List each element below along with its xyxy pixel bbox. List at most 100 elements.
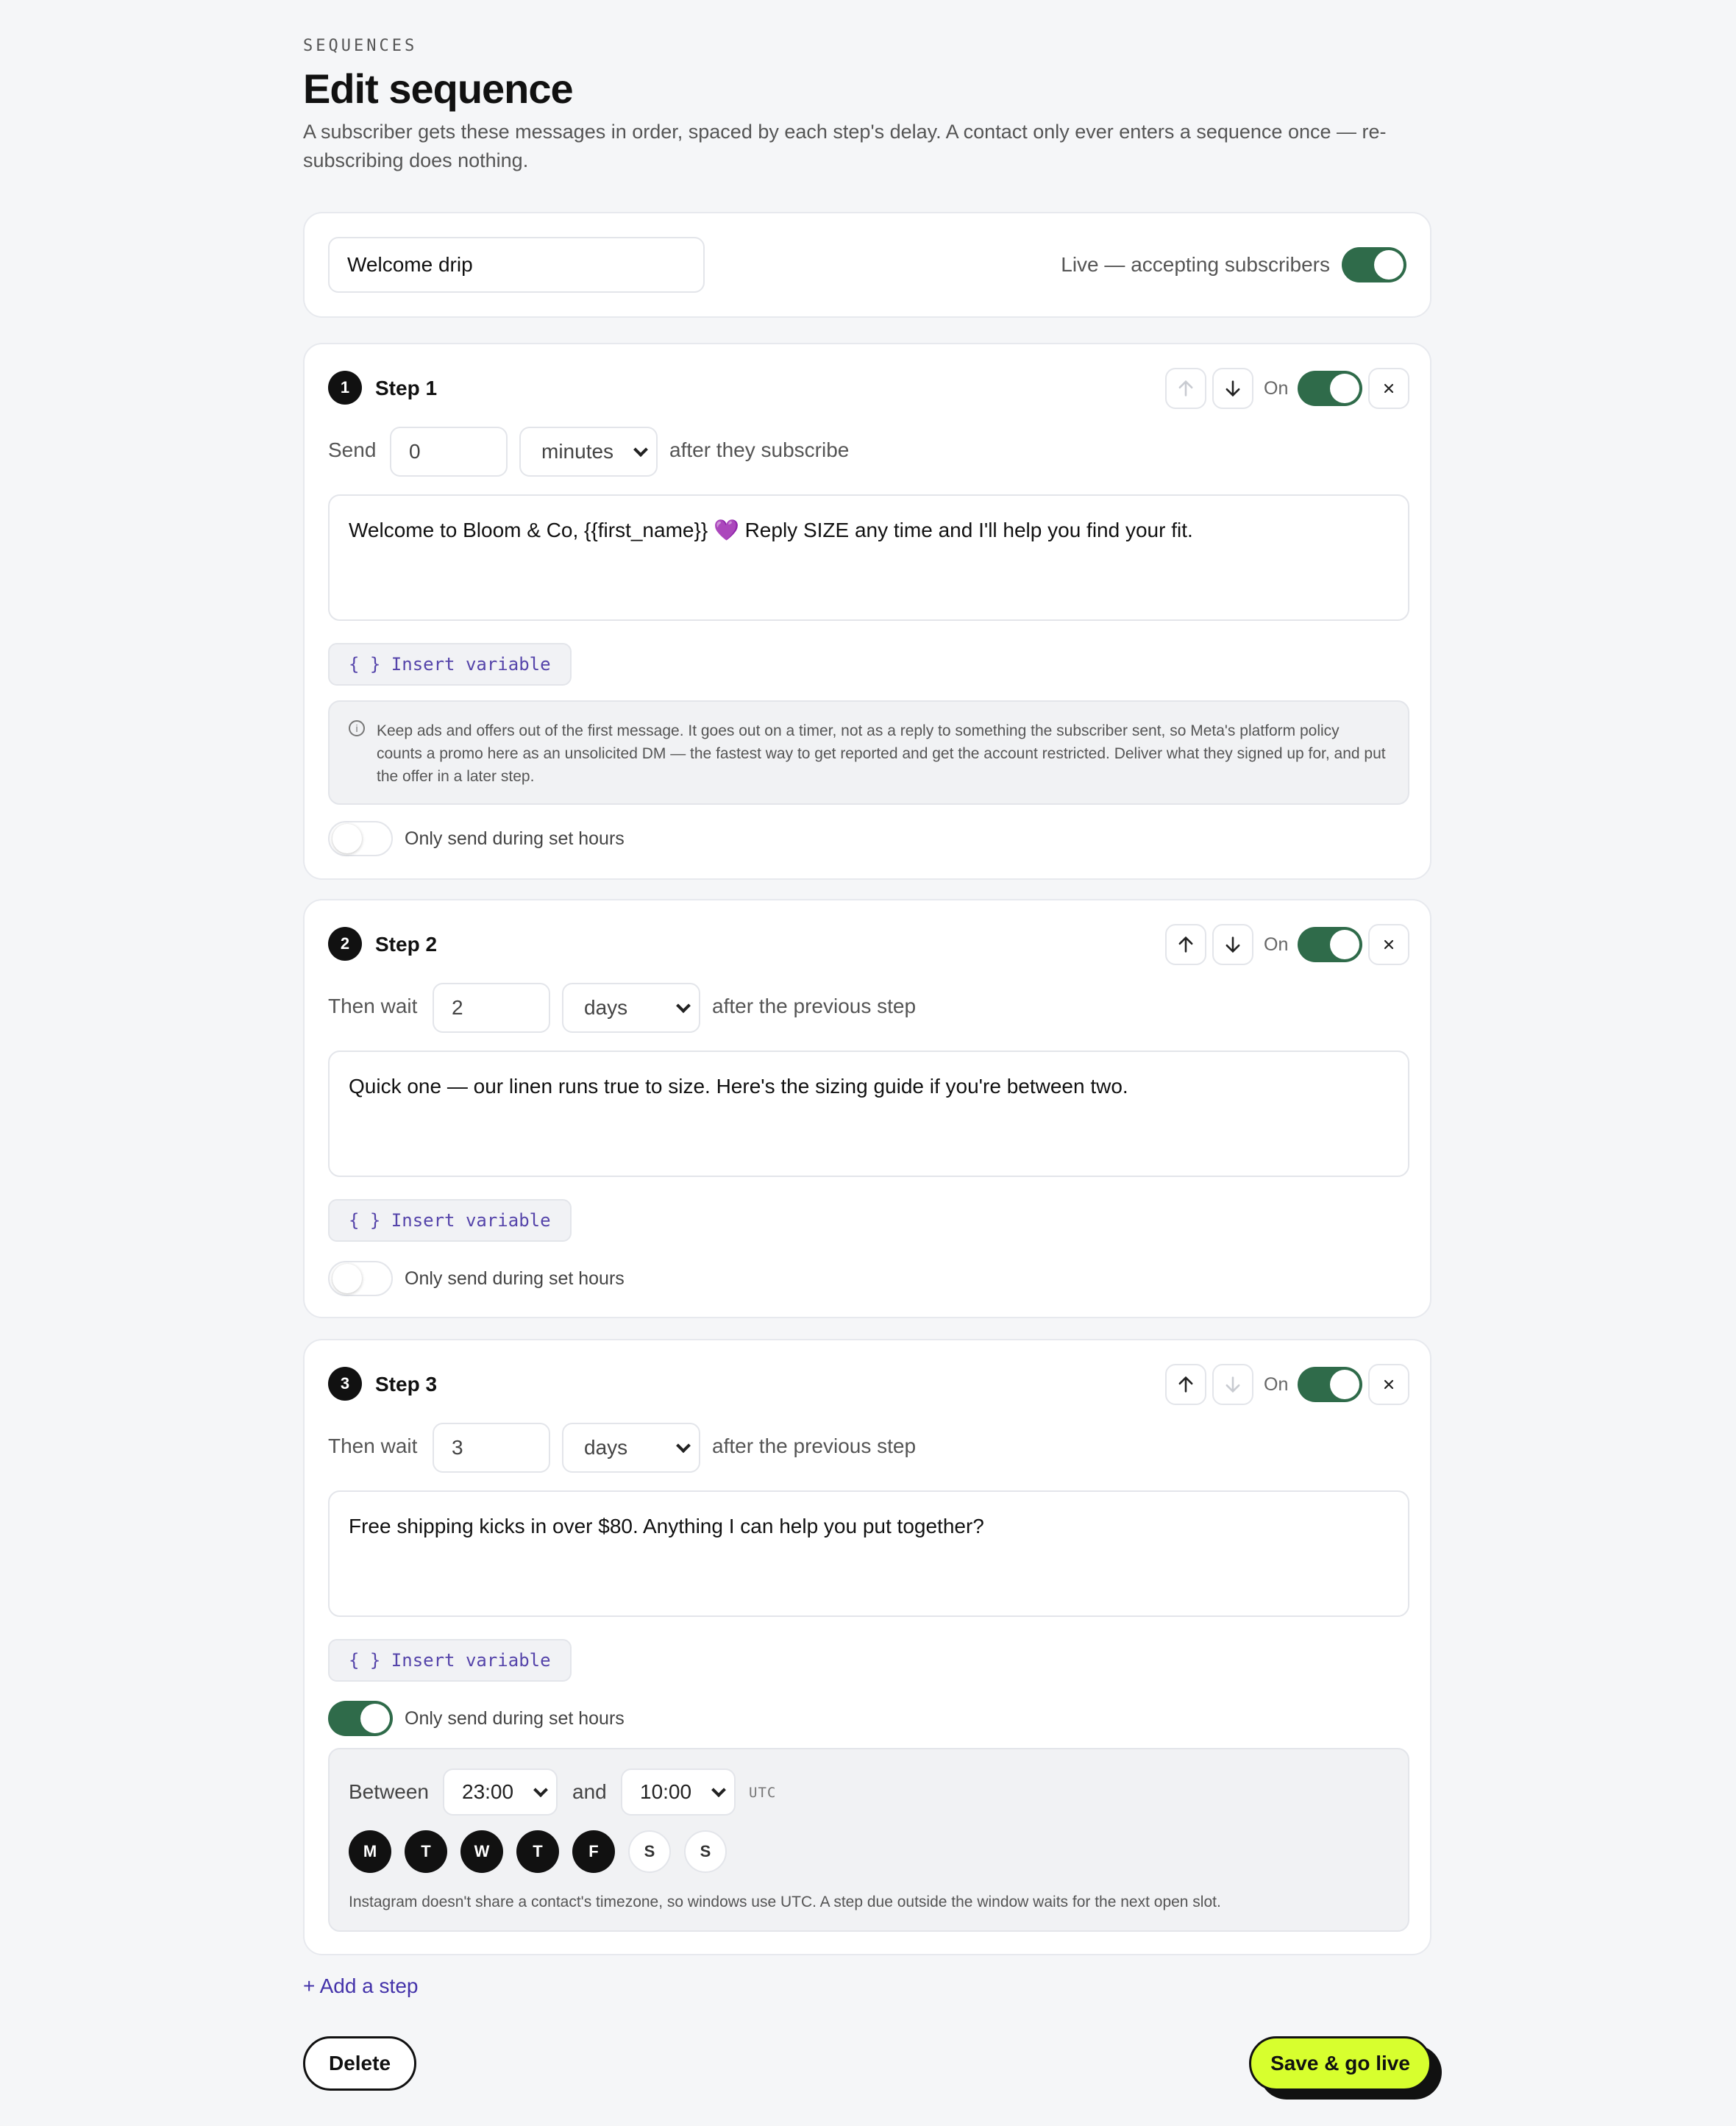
send-window-note: Instagram doesn't share a contact's time… [349, 1894, 1221, 1910]
hours-only-label: Only send during set hours [405, 1268, 625, 1289]
delay-suffix-label: after the previous step [712, 995, 917, 1017]
hours-only-toggle[interactable] [328, 1261, 393, 1296]
day-toggle-saturday[interactable]: S [628, 1830, 671, 1873]
delay-unit-select[interactable]: minutes [519, 427, 658, 477]
toggle-knob [360, 1704, 390, 1733]
delay-suffix-label: after they subscribe [669, 438, 850, 461]
first-message-warning: i Keep ads and offers out of the first m… [328, 700, 1409, 805]
step-enabled-toggle[interactable] [1298, 1367, 1362, 1402]
move-down-button[interactable] [1212, 1364, 1253, 1405]
message-textarea[interactable]: Welcome to Bloom & Co, {{first_name}} 💜 … [328, 494, 1409, 621]
warning-text: Keep ads and offers out of the first mes… [377, 722, 1386, 785]
live-toggle[interactable] [1342, 247, 1406, 282]
step-on-label: On [1264, 378, 1289, 399]
between-label: Between [349, 1780, 429, 1803]
delay-unit-value: days [584, 1436, 628, 1459]
chevron-down-icon [633, 442, 648, 458]
day-toggle-friday[interactable]: F [572, 1830, 615, 1873]
delay-prefix-label: Send [328, 438, 377, 461]
start-time-select[interactable]: 23:00 [443, 1768, 558, 1816]
remove-step-button[interactable] [1368, 1364, 1409, 1405]
toggle-knob [1330, 374, 1359, 403]
hours-only-toggle[interactable] [328, 821, 393, 856]
delay-suffix-label: after the previous step [712, 1434, 917, 1457]
arrow-up-icon [1178, 1376, 1193, 1393]
move-down-button[interactable] [1212, 368, 1253, 409]
close-icon [1384, 939, 1394, 950]
step-card-3: 3 Step 3 On Then wait 3 days after the p… [303, 1339, 1431, 1955]
day-toggle-wednesday[interactable]: W [460, 1830, 503, 1873]
arrow-down-icon [1225, 380, 1240, 397]
step-on-label: On [1264, 934, 1289, 955]
insert-variable-button[interactable]: { } Insert variable [328, 643, 572, 686]
hours-only-label: Only send during set hours [405, 1708, 625, 1729]
delay-amount-input[interactable]: 0 [390, 427, 508, 477]
add-step-link[interactable]: + Add a step [303, 1974, 418, 1998]
send-window-panel: Between 23:00 and 10:00 UTC M T W T F S … [328, 1748, 1409, 1932]
sequence-name-input[interactable]: Welcome drip [328, 237, 705, 293]
delete-button[interactable]: Delete [303, 2036, 416, 2091]
insert-variable-button[interactable]: { } Insert variable [328, 1199, 572, 1242]
step-title: Step 2 [375, 933, 438, 956]
end-time-value: 10:00 [640, 1780, 692, 1803]
end-time-select[interactable]: 10:00 [621, 1768, 736, 1816]
arrow-up-icon [1178, 380, 1193, 397]
chevron-down-icon [676, 998, 691, 1014]
timezone-label: UTC [749, 1785, 777, 1801]
insert-variable-button[interactable]: { } Insert variable [328, 1639, 572, 1682]
delay-amount-input[interactable]: 2 [433, 983, 550, 1033]
delay-prefix-label: Then wait [328, 995, 418, 1017]
step-number-badge: 2 [328, 927, 362, 961]
page-description: A subscriber gets these messages in orde… [303, 121, 1387, 171]
day-toggle-thursday[interactable]: T [516, 1830, 559, 1873]
remove-step-button[interactable] [1368, 368, 1409, 409]
step-title: Step 1 [375, 377, 438, 399]
remove-step-button[interactable] [1368, 924, 1409, 965]
day-toggle-sunday[interactable]: S [684, 1830, 727, 1873]
close-icon [1384, 383, 1394, 394]
hours-only-toggle[interactable] [328, 1701, 393, 1736]
breadcrumb: SEQUENCES [303, 37, 418, 55]
toggle-knob [1374, 250, 1404, 280]
toggle-knob [332, 1264, 362, 1293]
step-card-1: 1 Step 1 On Send 0 minutes after they su… [303, 343, 1431, 880]
move-down-button[interactable] [1212, 924, 1253, 965]
delay-unit-select[interactable]: days [562, 983, 700, 1033]
delay-prefix-label: Then wait [328, 1434, 418, 1457]
delay-unit-value: minutes [541, 440, 614, 463]
day-toggle-monday[interactable]: M [349, 1830, 391, 1873]
sequence-settings-card: Welcome drip Live — accepting subscriber… [303, 212, 1431, 318]
step-number-badge: 3 [328, 1367, 362, 1401]
hours-only-label: Only send during set hours [405, 828, 625, 849]
step-on-label: On [1264, 1374, 1289, 1395]
step-title: Step 3 [375, 1373, 438, 1396]
message-textarea[interactable]: Free shipping kicks in over $80. Anythin… [328, 1490, 1409, 1617]
move-up-button[interactable] [1165, 924, 1206, 965]
step-enabled-toggle[interactable] [1298, 927, 1362, 962]
delay-unit-select[interactable]: days [562, 1423, 700, 1473]
delay-amount-input[interactable]: 3 [433, 1423, 550, 1473]
chevron-down-icon [676, 1438, 691, 1454]
move-up-button[interactable] [1165, 1364, 1206, 1405]
info-icon: i [349, 720, 365, 736]
page-title: Edit sequence [303, 65, 574, 112]
move-up-button[interactable] [1165, 368, 1206, 409]
live-status-label: Live — accepting subscribers [1061, 253, 1330, 276]
start-time-value: 23:00 [462, 1780, 514, 1803]
step-number-badge: 1 [328, 371, 362, 405]
step-enabled-toggle[interactable] [1298, 371, 1362, 406]
save-and-go-live-button[interactable]: Save & go live [1249, 2036, 1431, 2091]
toggle-knob [1330, 930, 1359, 959]
delay-unit-value: days [584, 996, 628, 1019]
close-icon [1384, 1379, 1394, 1390]
arrow-up-icon [1178, 936, 1193, 953]
arrow-down-icon [1225, 1376, 1240, 1393]
chevron-down-icon [711, 1782, 726, 1798]
and-label: and [572, 1780, 607, 1803]
toggle-knob [1330, 1370, 1359, 1399]
message-textarea[interactable]: Quick one — our linen runs true to size.… [328, 1050, 1409, 1177]
chevron-down-icon [533, 1782, 548, 1798]
day-toggle-tuesday[interactable]: T [405, 1830, 447, 1873]
toggle-knob [332, 824, 362, 853]
arrow-down-icon [1225, 936, 1240, 953]
